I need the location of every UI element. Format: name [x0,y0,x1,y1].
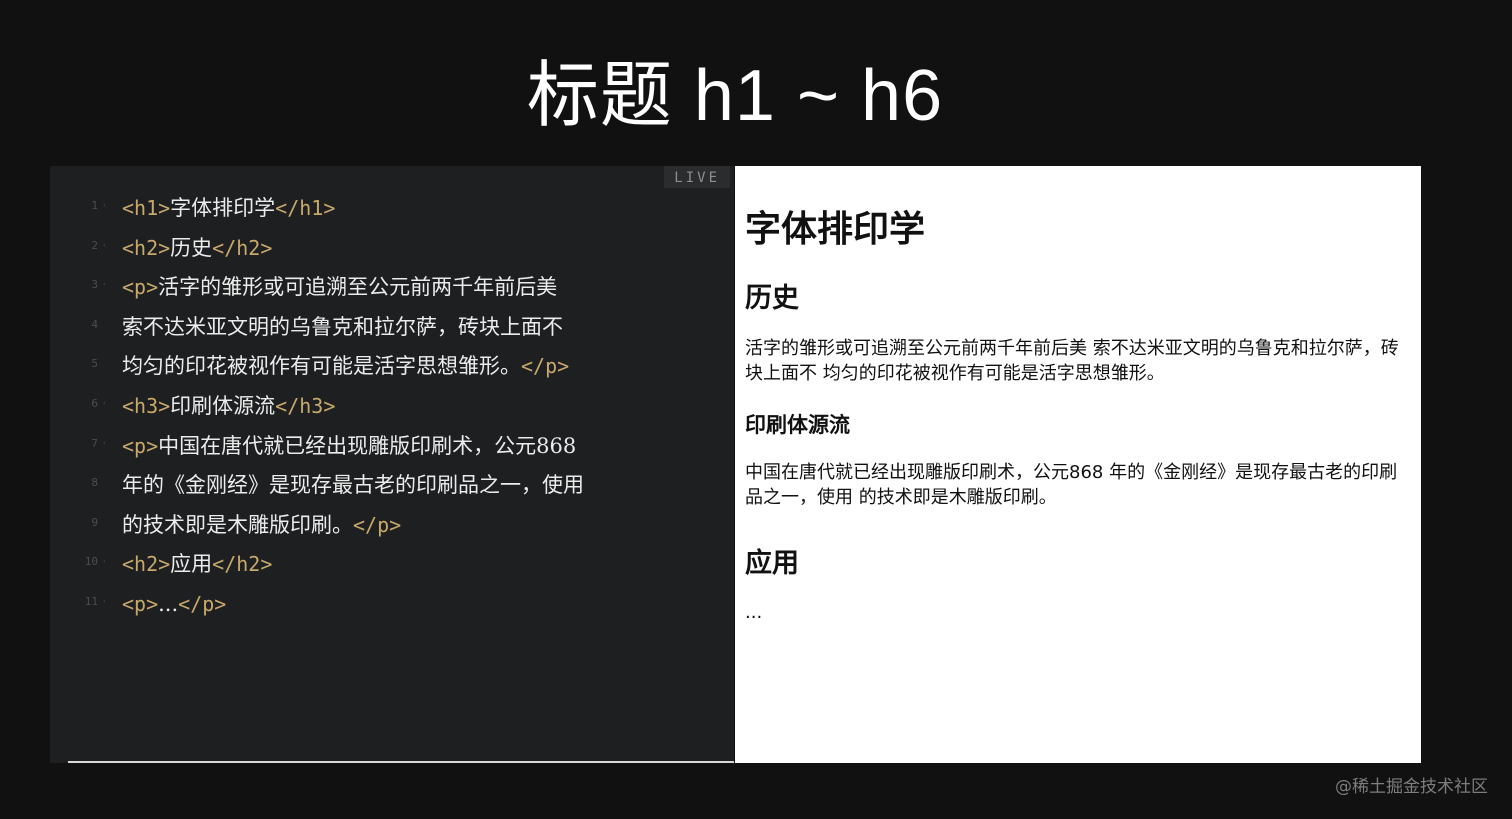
code-text: 活字的雏形或可追溯至公元前两千年前后美 [158,275,558,300]
preview-h2-history: 历史 [745,283,799,314]
close-tag: </p> [178,591,227,616]
code-text: 均匀的印花被视作有可能是活字思想雏形。 [122,354,521,379]
close-tag: </h2> [212,552,273,577]
preview-h2-usage: 应用 [745,548,799,579]
open-tag: <h3> [122,393,171,418]
close-tag: </h2> [212,235,273,260]
code-line[interactable]: 5 均匀的印花被视作有可能是活字思想雏形。</p> [50,346,650,386]
close-tag: </h1> [275,196,336,220]
line-number: 3 · [91,278,108,292]
preview-paragraph-history: 活字的雏形或可追溯至公元前两千年前后美 索不达米亚文明的乌鲁克和拉尔萨，砖块上面… [745,338,1399,384]
close-tag: </p> [521,354,570,379]
line-number: 5 [91,357,98,371]
open-tag: <p> [122,591,159,616]
preview-paragraph-usage: ... [745,602,763,623]
code-line[interactable]: 4 索不达米亚文明的乌鲁克和拉尔萨，砖块上面不 [50,307,650,347]
code-text: ... [158,591,179,616]
open-tag: <h2> [122,552,171,577]
code-text: 中国在唐代就已经出现雕版印刷术，公元868 [158,433,577,458]
watermark: @稀土掘金技术社区 [1335,777,1488,797]
code-line[interactable]: 9 的技术即是木雕版印刷。</p> [50,505,650,545]
code-text: 印刷体源流 [170,393,276,418]
line-number: 11 · [84,594,108,608]
code-text: 的技术即是木雕版印刷。 [122,512,353,537]
line-number: 4 [91,317,98,331]
code-editor[interactable]: LIVE 1 · <h1>字体排印学</h1> 2 · <h2>历史</h2> 3 ·… [50,166,734,763]
preview-h3: 印刷体源流 [745,413,850,437]
line-number: 10 · [84,555,108,569]
close-tag: </h3> [275,393,336,418]
live-preview-pane: 字体排印学 历史 活字的雏形或可追溯至公元前两千年前后美 索不达米亚文明的乌鲁克… [735,166,1421,763]
code-line[interactable]: 6 · <h3>印刷体源流</h3> [50,386,650,426]
code-text: 索不达米亚文明的乌鲁克和拉尔萨，砖块上面不 [122,314,563,339]
line-number: 7 · [91,436,108,450]
code-text: 字体排印学 [170,196,276,220]
close-tag: </p> [353,512,402,537]
code-text: 应用 [170,552,213,577]
open-tag: <p> [122,275,159,300]
code-text: 年的《金刚经》是现存最古老的印刷品之一，使用 [122,473,584,498]
open-tag: <h2> [122,235,171,260]
preview-paragraph-print: 中国在唐代就已经出现雕版印刷术，公元868 年的《金刚经》是现存最古老的印刷品之… [745,462,1398,508]
code-text: 历史 [170,235,213,260]
line-number: 2 · [91,238,108,252]
code-line[interactable]: 10 · <h2>应用</h2> [50,544,650,584]
code-line[interactable]: 1 · <h1>字体排印学</h1> [50,188,650,228]
code-line[interactable]: 8 年的《金刚经》是现存最古老的印刷品之一，使用 [50,465,650,505]
open-tag: <p> [122,433,159,458]
line-number: 1 · [91,199,108,212]
line-number: 9 [91,515,98,529]
code-line[interactable]: 11 · <p>...</p> [50,584,650,624]
line-number: 6 · [91,396,108,410]
live-badge: LIVE [664,166,730,188]
slide-title: 标题 h1 ~ h6 [526,56,944,136]
code-line[interactable]: 2 · <h2>历史</h2> [50,228,650,268]
code-line[interactable]: 3 · <p>活字的雏形或可追溯至公元前两千年前后美 [50,267,650,307]
line-number: 8 [91,476,98,490]
code-line[interactable]: 7 · <p>中国在唐代就已经出现雕版印刷术，公元868 [50,426,650,466]
preview-h1: 字体排印学 [745,209,926,250]
editor-divider [68,761,734,763]
code-lines: 1 · <h1>字体排印学</h1> 2 · <h2>历史</h2> 3 · <p>活… [50,188,650,624]
open-tag: <h1> [122,196,171,220]
